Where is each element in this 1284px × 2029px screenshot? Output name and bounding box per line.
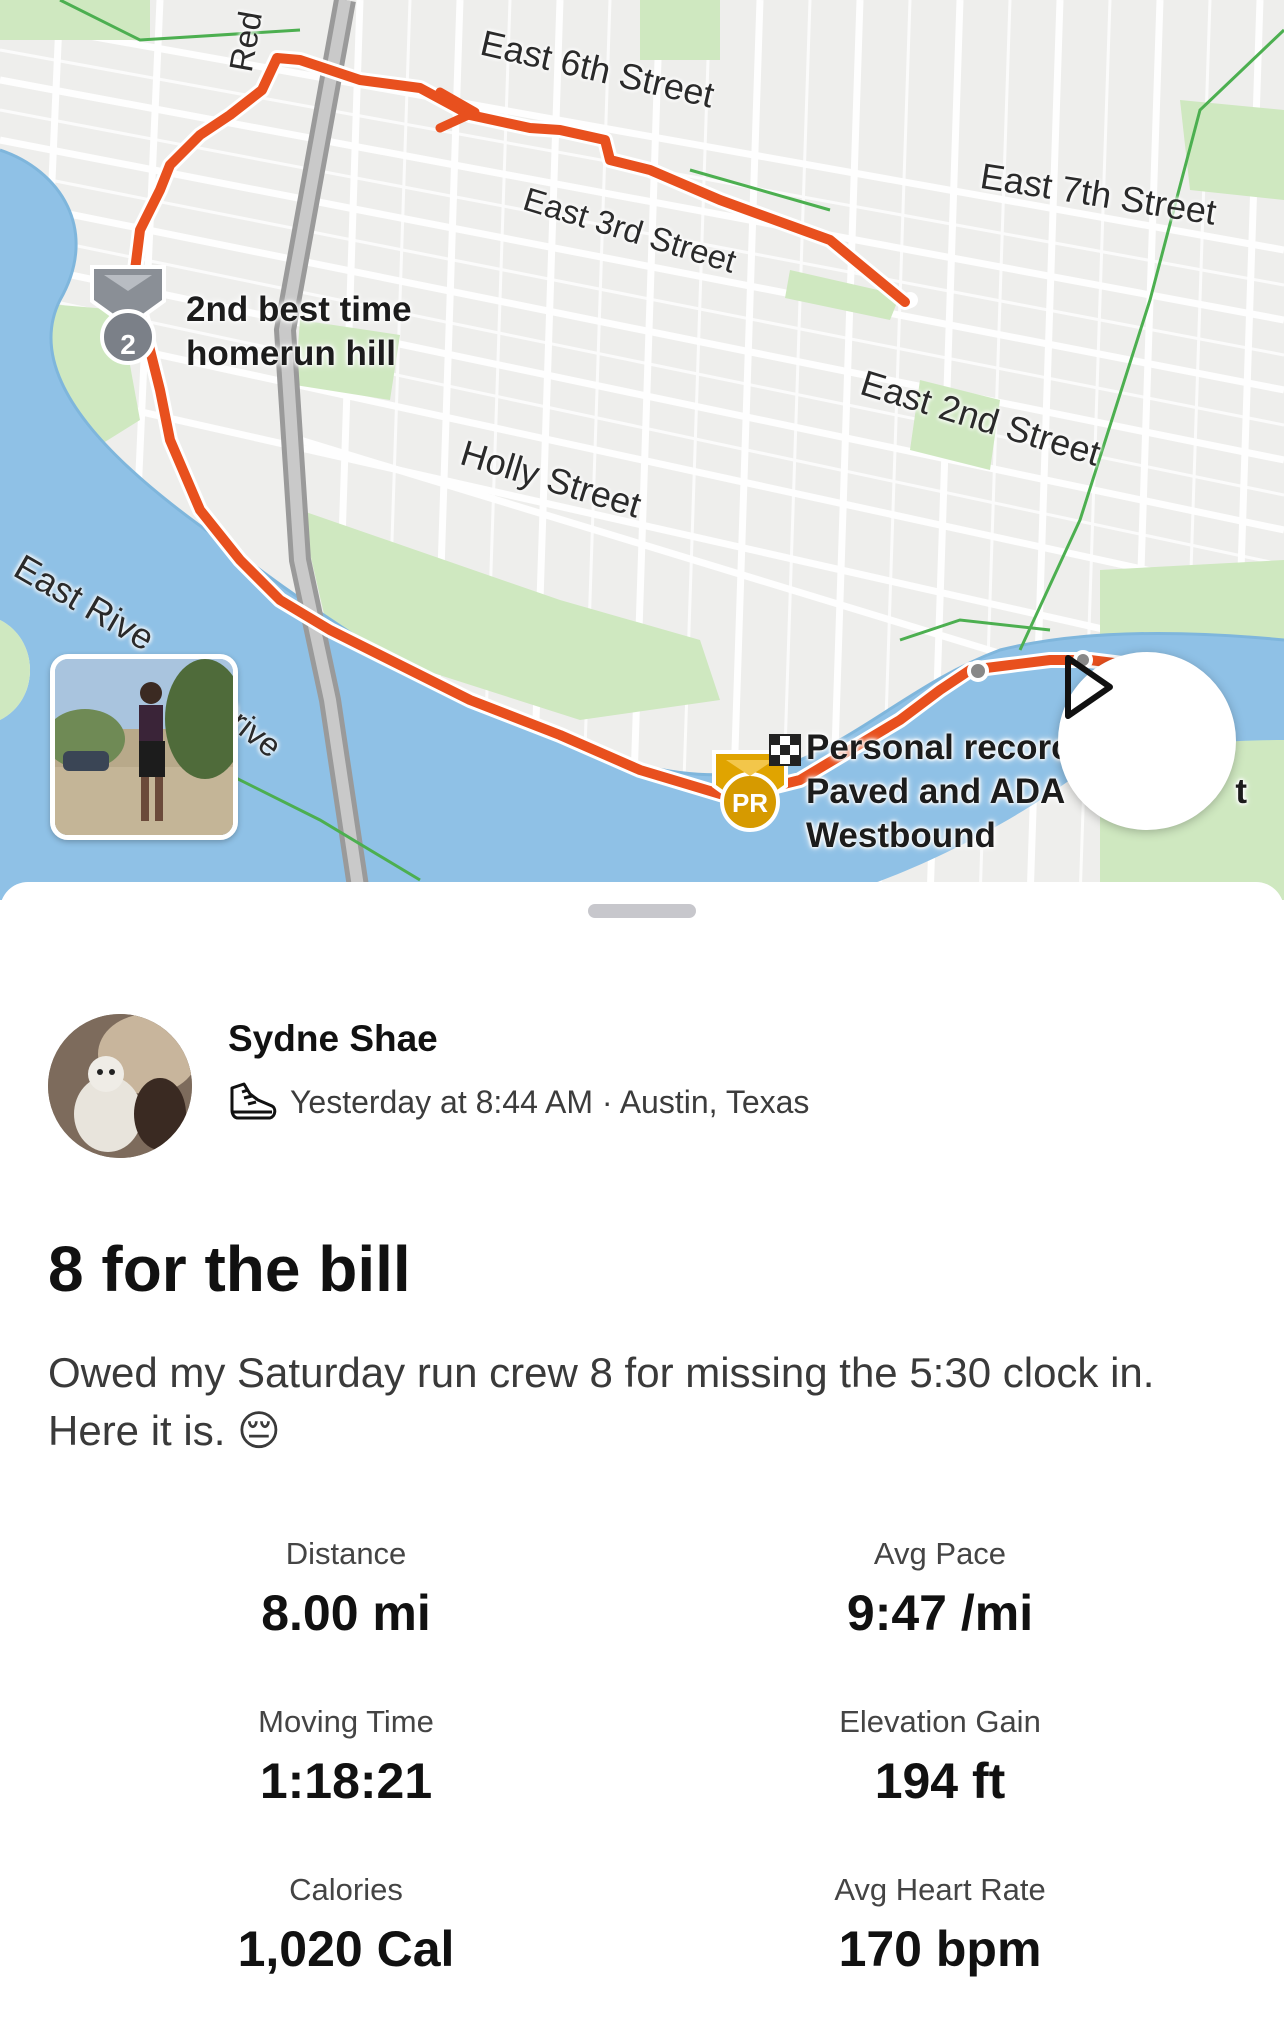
segment-label-line1: 2nd best time [186,290,412,329]
stat-value: 1:18:21 [259,1753,433,1809]
stat-label: Avg Heart Rate [834,1872,1046,1907]
route-map[interactable]: 2 PR East 6th Street East 7th Street Eas… [0,0,1284,900]
photo-image [55,659,233,835]
stat-label: Calories [289,1872,403,1907]
stat-distance: Distance 8.00 mi [66,1536,626,1642]
activity-photo-thumbnail[interactable] [50,654,238,840]
segment-label-line2: homerun hill [186,334,396,373]
stat-value: 8.00 mi [261,1585,431,1641]
stat-label: Distance [285,1536,407,1571]
timestamp-location: Yesterday at 8:44 AM · Austin, Texas [290,1083,810,1120]
checkered-flag-icon [769,734,801,766]
athlete-avatar[interactable] [48,1014,192,1158]
stat-value: 170 bpm [838,1921,1042,1977]
stat-label: Elevation Gain [839,1704,1041,1739]
segment-label-line2-tail: t [1235,772,1247,811]
play-flyover-button[interactable] [1058,652,1236,830]
stat-moving-time: Moving Time 1:18:21 [66,1704,626,1810]
pr-badge: PR [732,788,768,818]
avatar-image [48,1014,192,1158]
athlete-name[interactable]: Sydne Shae [228,1018,438,1060]
medal-2-badge: 2 [120,329,136,360]
activity-detail-sheet: Sydne Shae Yesterday at 8:44 AM · Austin… [0,882,1284,2029]
stat-label: Avg Pace [873,1536,1007,1571]
segment-label-homerun-hill[interactable]: 2nd best time homerun hill [186,288,412,376]
stat-elevation-gain: Elevation Gain 194 ft [660,1704,1220,1810]
stat-value: 194 ft [874,1753,1006,1809]
play-icon [1065,655,1113,719]
segment-label-line2: Paved and ADA [806,772,1066,811]
activity-meta: Yesterday at 8:44 AM · Austin, Texas [228,1080,809,1124]
running-shoe-icon [230,1082,277,1120]
activity-title: 8 for the bill [48,1233,411,1305]
activity-description: Owed my Saturday run crew 8 for missing … [48,1349,1155,1454]
stat-value: 9:47 /mi [846,1585,1034,1641]
stat-label: Moving Time [258,1704,434,1739]
sheet-drag-handle[interactable] [588,904,696,918]
stat-value: 1,020 Cal [237,1921,455,1977]
stat-avg-pace: Avg Pace 9:47 /mi [660,1536,1220,1642]
stat-avg-heart-rate: Avg Heart Rate 170 bpm [660,1872,1220,1978]
stat-calories: Calories 1,020 Cal [66,1872,626,1978]
